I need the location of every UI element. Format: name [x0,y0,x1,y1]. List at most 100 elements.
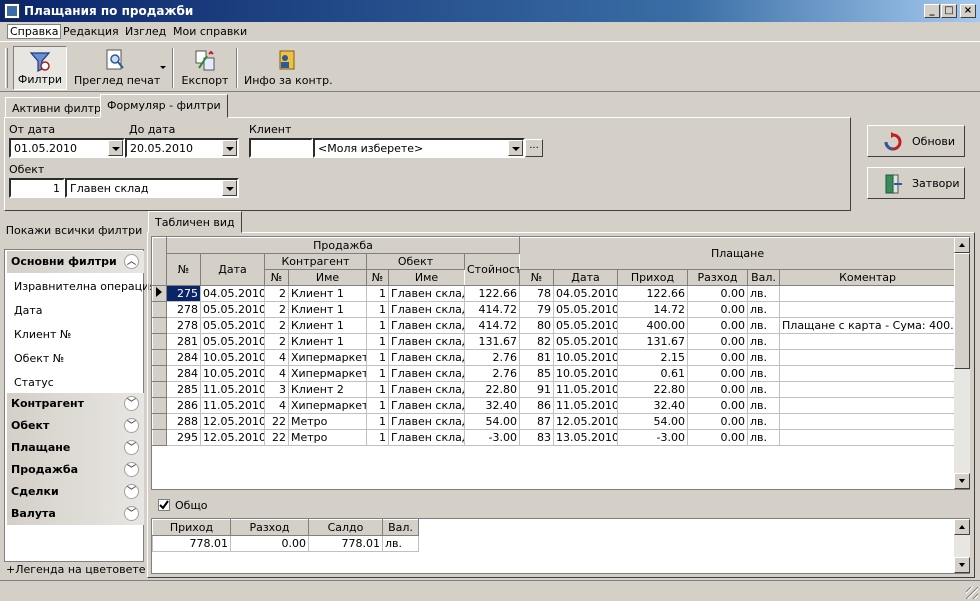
row-indicator[interactable] [152,429,167,446]
scroll-down-arrow-icon[interactable] [954,557,970,573]
col-payment-expense[interactable]: Разход [687,269,749,286]
group-currency[interactable]: Валута ﹀ [7,503,144,525]
col-counterparty-name[interactable]: Име [288,269,367,286]
row-indicator[interactable] [152,349,167,366]
data-grid[interactable]: Продажба Плащане № Дата Контрагент Обект… [151,236,970,490]
group-main-filters[interactable]: Основни филтри ︿ [7,251,144,273]
chevron-down-icon[interactable]: ﹀ [124,418,139,433]
table-row[interactable]: 278 05.05.2010 2 Клиент 1 1 Главен склад 414.7… [152,317,957,334]
col-payment-currency[interactable]: Вал. [747,269,781,286]
table-row[interactable]: 281 05.05.2010 2 Клиент 1 1 Главен склад 131.6… [152,333,957,350]
chevron-down-icon[interactable]: ﹀ [124,506,139,521]
scroll-down-arrow-icon[interactable] [954,473,970,489]
to-date-picker[interactable]: 20.05.2010 [125,138,239,158]
client-browse-button[interactable]: ... [525,139,543,157]
object-dropdown-icon[interactable] [222,180,237,196]
col-counterparty-no[interactable]: № [264,269,289,286]
client-number-field[interactable] [249,138,313,158]
row-indicator[interactable] [152,381,167,398]
table-cell: 05.05.2010 [200,333,265,350]
table-row[interactable]: 284 10.05.2010 4 Хипермаркет 1 Главен склад 2.… [152,365,957,382]
show-all-filters-button[interactable]: Покажи всички филтри [4,212,144,248]
table-cell: 12.05.2010 [553,413,619,430]
filter-item-object-no[interactable]: Обект № [14,352,64,365]
row-indicator[interactable] [152,333,167,350]
tab-active-filters[interactable]: Активни филтри [5,97,116,118]
col-payment-income[interactable]: Приход [617,269,689,286]
group-deals[interactable]: Сделки ﹀ [7,481,144,503]
col-payment-no[interactable]: № [519,269,555,286]
row-indicator[interactable] [152,397,167,414]
chevron-down-icon[interactable]: ﹀ [124,484,139,499]
table-row[interactable]: 286 11.05.2010 4 Хипермаркет 1 Главен склад 32… [152,397,957,414]
object-select[interactable]: Главен склад [65,178,239,198]
scroll-thumb[interactable] [954,253,970,369]
totals-checkbox[interactable] [158,499,170,511]
col-payment-comment[interactable]: Коментар [779,269,957,286]
contractor-info-button[interactable]: Инфо за контр. [244,46,333,90]
scroll-up-arrow-icon[interactable] [954,519,970,535]
table-row[interactable]: 284 10.05.2010 4 Хипермаркет 1 Главен склад 2.… [152,349,957,366]
group-currency-title: Валута [11,507,56,520]
row-indicator[interactable] [152,317,167,334]
table-row[interactable]: 275 04.05.2010 2 Клиент 1 1 Главен склад 122.6… [152,285,957,302]
row-indicator[interactable] [152,285,167,302]
print-preview-dropdown-icon[interactable] [160,66,166,69]
col-sale-value[interactable]: Стойност [463,253,521,286]
maximize-button[interactable]: □ [941,4,957,18]
resize-grip-icon[interactable] [966,587,978,599]
refresh-button[interactable]: Обнови [867,125,965,157]
totals-grid: Приход Разход Салдо Вал. 778.01 0.00 778… [151,518,970,574]
row-indicator[interactable] [152,413,167,430]
tab-table-view[interactable]: Табличен вид [148,211,242,233]
menu-edit[interactable]: Редакция [63,25,119,38]
col-sale-no[interactable]: № [166,253,201,286]
table-row[interactable]: 278 05.05.2010 2 Клиент 1 1 Главен склад 414.7… [152,301,957,318]
filters-button[interactable]: Филтри [13,46,67,90]
minimize-button[interactable]: _ [924,4,940,18]
col-sale-date[interactable]: Дата [200,253,265,286]
from-date-picker[interactable]: 01.05.2010 [9,138,125,158]
grid-scrollbar[interactable] [954,237,970,489]
filter-item-status[interactable]: Статус [14,376,54,389]
export-button[interactable]: Експорт [180,46,230,90]
menu-report[interactable]: Справка [7,24,62,39]
filter-item-client-no[interactable]: Клиент № [14,328,71,341]
row-indicator[interactable] [152,301,167,318]
client-dropdown-icon[interactable] [508,140,523,156]
close-button[interactable]: Затвори [867,167,965,199]
group-counterparty[interactable]: Контрагент ﹀ [7,393,144,415]
group-sale[interactable]: Продажба ﹀ [7,459,144,481]
table-cell: 0.00 [687,349,749,366]
group-payment[interactable]: Плащане ﹀ [7,437,144,459]
col-object-name[interactable]: Име [388,269,465,286]
chevron-up-icon[interactable]: ︿ [124,254,139,269]
tab-form-filters[interactable]: Формуляр - филтри [100,94,228,118]
table-cell: лв. [747,381,781,398]
chevron-down-icon[interactable]: ﹀ [124,462,139,477]
client-select[interactable]: <Моля изберете> [313,138,525,158]
scroll-up-arrow-icon[interactable] [954,237,970,253]
print-preview-button[interactable]: Преглед печат [74,46,160,90]
col-payment-date[interactable]: Дата [553,269,619,286]
chevron-down-icon[interactable]: ﹀ [124,440,139,455]
table-row[interactable]: 288 12.05.2010 22 Метро 1 Главен склад 54.00 87… [152,413,957,430]
chevron-down-icon[interactable]: ﹀ [124,396,139,411]
group-object[interactable]: Обект ﹀ [7,415,144,437]
totals-expense: 0.00 [230,535,309,552]
color-legend-link[interactable]: +Легенда на цветовете [6,563,146,576]
totals-scrollbar[interactable] [954,519,970,573]
menu-view[interactable]: Изглед [125,25,166,38]
table-row[interactable]: 285 11.05.2010 3 Клиент 2 1 Главен склад 22.80… [152,381,957,398]
row-indicator[interactable] [152,365,167,382]
filter-item-date[interactable]: Дата [14,304,42,317]
object-number-field[interactable]: 1 [9,178,65,198]
table-cell: 1 [366,429,389,446]
menu-my-reports[interactable]: Мои справки [173,25,247,38]
filter-item-leveling[interactable]: Изравнителна операция [14,280,156,293]
to-date-dropdown-icon[interactable] [222,140,237,156]
close-window-button[interactable]: × [960,4,976,18]
from-date-dropdown-icon[interactable] [108,140,123,156]
table-row[interactable]: 295 12.05.2010 22 Метро 1 Главен склад -3.00 83… [152,429,957,446]
col-object-no[interactable]: № [366,269,389,286]
